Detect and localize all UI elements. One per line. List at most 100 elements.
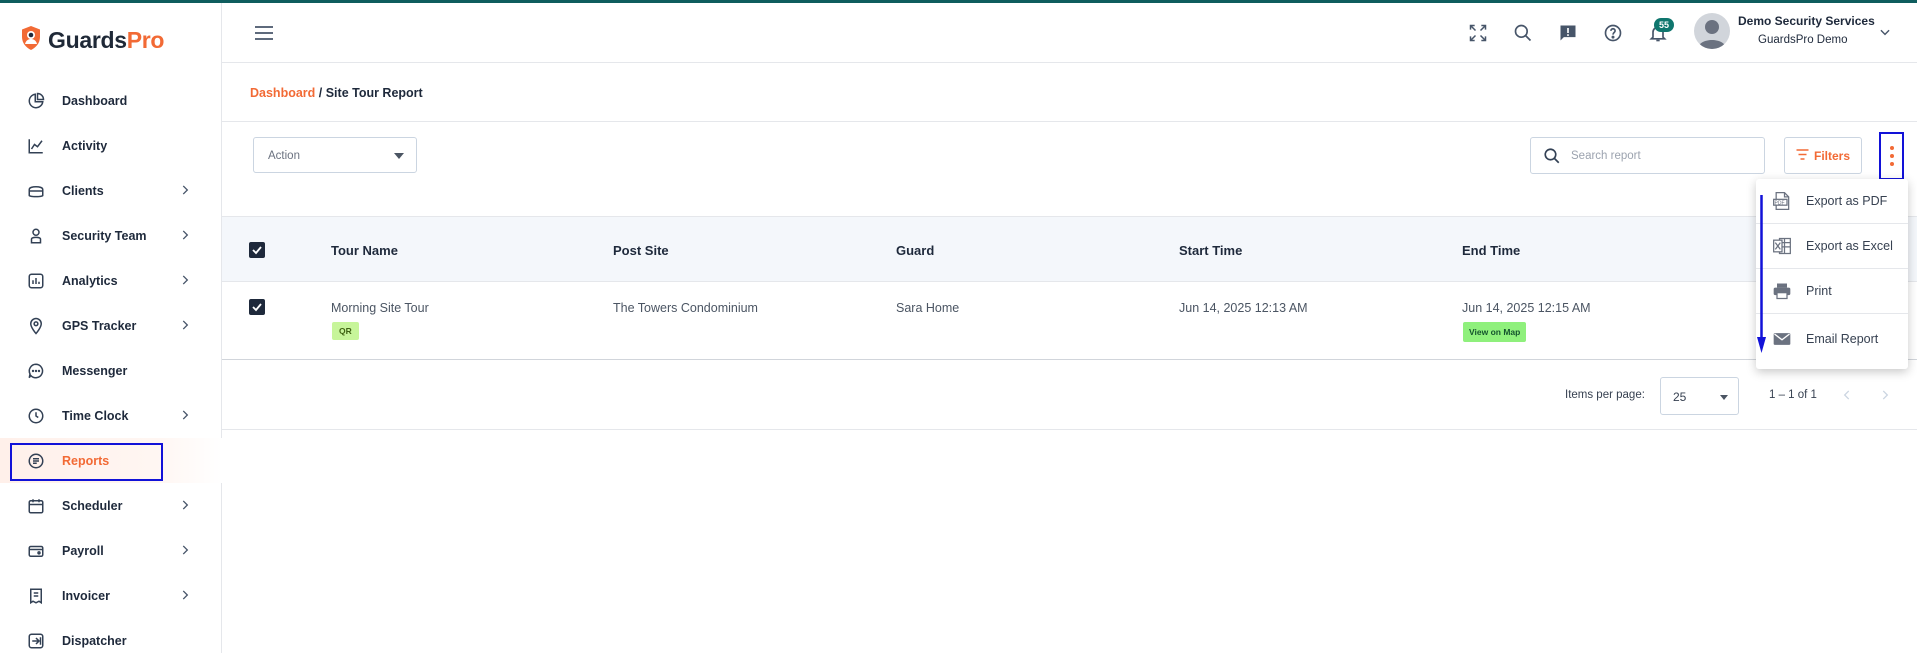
sidebar-item-activity[interactable]: Activity xyxy=(0,123,222,168)
notification-badge: 55 xyxy=(1654,18,1674,32)
sidebar-item-label: Security Team xyxy=(62,228,147,243)
svg-text:PDF: PDF xyxy=(1775,200,1785,206)
breadcrumb-separator: / xyxy=(315,86,326,100)
pagination-range: 1 – 1 of 1 xyxy=(1769,389,1817,401)
dashboard-icon xyxy=(26,91,46,111)
clients-icon xyxy=(26,181,46,201)
menu-item-export-excel[interactable]: Export as Excel xyxy=(1756,224,1908,269)
sidebar-item-label: Clients xyxy=(62,183,104,198)
search-icon[interactable] xyxy=(1511,21,1535,45)
cell-end-time: Jun 14, 2025 12:15 AM xyxy=(1462,301,1591,315)
column-header-end-time[interactable]: End Time xyxy=(1462,243,1520,258)
table-header: Tour Name Post Site Guard Start Time End… xyxy=(222,216,1917,282)
next-page-icon[interactable] xyxy=(1878,388,1892,402)
breadcrumb: Dashboard / Site Tour Report xyxy=(250,86,423,100)
more-options-button[interactable] xyxy=(1879,132,1904,180)
sidebar-item-gps-tracker[interactable]: GPS Tracker xyxy=(0,303,222,348)
view-on-map-button[interactable]: View on Map xyxy=(1463,322,1527,342)
excel-icon xyxy=(1772,236,1792,256)
pdf-icon: PDF xyxy=(1772,191,1792,211)
invoicer-icon xyxy=(26,586,46,606)
row-checkbox[interactable] xyxy=(249,299,265,315)
kebab-dot xyxy=(1889,154,1894,158)
sidebar-item-label: Scheduler xyxy=(62,498,123,513)
help-icon[interactable] xyxy=(1601,21,1625,45)
chevron-right-icon xyxy=(178,588,192,602)
logo-text: GuardsPro xyxy=(48,27,165,53)
action-dropdown[interactable]: Action xyxy=(253,137,417,173)
chevron-right-icon xyxy=(178,543,192,557)
menu-item-label: Export as Excel xyxy=(1806,239,1893,253)
sidebar-item-analytics[interactable]: Analytics xyxy=(0,258,222,303)
sidebar-nav: Dashboard Activity Clients Security Team… xyxy=(0,78,222,663)
cell-tour-name: Morning Site Tour xyxy=(331,301,429,315)
messenger-icon xyxy=(26,361,46,381)
hamburger-menu-icon[interactable] xyxy=(254,25,274,46)
caret-down-icon xyxy=(394,153,404,159)
sidebar-item-label: Invoicer xyxy=(62,588,110,603)
scheduler-icon xyxy=(26,496,46,516)
qr-tag: QR xyxy=(332,322,359,340)
items-per-page-label: Items per page: xyxy=(1565,389,1645,401)
search-input[interactable] xyxy=(1571,146,1751,166)
filters-button[interactable]: Filters xyxy=(1784,137,1862,174)
sidebar-item-label: Dashboard xyxy=(62,93,128,108)
sidebar-item-payroll[interactable]: Payroll xyxy=(0,528,222,573)
chevron-right-icon xyxy=(178,318,192,332)
items-per-page-select[interactable]: 25 xyxy=(1660,377,1739,415)
logo[interactable]: GuardsPro xyxy=(20,25,164,56)
breadcrumb-home-link[interactable]: Dashboard xyxy=(250,86,315,100)
shield-logo-icon xyxy=(20,25,42,56)
chevron-right-icon xyxy=(178,273,192,287)
gps-tracker-icon xyxy=(26,316,46,336)
sidebar-item-clients[interactable]: Clients xyxy=(0,168,222,213)
menu-item-email-report[interactable]: Email Report xyxy=(1756,316,1908,361)
column-header-post-site[interactable]: Post Site xyxy=(613,243,669,258)
annotation-highlight-reports xyxy=(10,443,163,481)
sidebar-item-label: Activity xyxy=(62,138,108,153)
payroll-icon xyxy=(26,541,46,561)
sidebar-item-time-clock[interactable]: Time Clock xyxy=(0,393,222,438)
column-header-start-time[interactable]: Start Time xyxy=(1179,243,1242,258)
sidebar-item-label: Time Clock xyxy=(62,408,129,423)
table-row: Morning Site Tour QR The Towers Condomin… xyxy=(222,282,1917,360)
chevron-down-icon[interactable] xyxy=(1878,25,1892,44)
annotation-arrow xyxy=(1757,195,1767,360)
search-box xyxy=(1530,137,1765,174)
chevron-right-icon xyxy=(178,228,192,242)
sidebar-item-security-team[interactable]: Security Team xyxy=(0,213,222,258)
dispatcher-icon xyxy=(26,631,46,651)
sidebar-item-dispatcher[interactable]: Dispatcher xyxy=(0,618,222,663)
avatar[interactable] xyxy=(1694,13,1730,49)
column-header-guard[interactable]: Guard xyxy=(896,243,934,258)
chevron-right-icon xyxy=(178,408,192,422)
action-dropdown-label: Action xyxy=(268,150,300,162)
sidebar: GuardsPro Dashboard Activity Clients Sec… xyxy=(0,3,222,653)
sidebar-item-scheduler[interactable]: Scheduler xyxy=(0,483,222,528)
sidebar-item-label: GPS Tracker xyxy=(62,318,137,333)
divider xyxy=(222,121,1917,122)
user-name[interactable]: Demo Security Services xyxy=(1738,14,1875,28)
caret-down-icon xyxy=(1720,395,1728,400)
search-icon xyxy=(1543,147,1561,170)
activity-icon xyxy=(26,136,46,156)
items-per-page-value: 25 xyxy=(1673,390,1687,404)
select-all-checkbox[interactable] xyxy=(249,242,265,258)
email-icon xyxy=(1772,329,1792,349)
sidebar-item-label: Analytics xyxy=(62,273,118,288)
filters-label: Filters xyxy=(1813,148,1850,163)
chevron-right-icon xyxy=(178,183,192,197)
page-title: Site Tour Report xyxy=(325,86,423,100)
previous-page-icon[interactable] xyxy=(1840,388,1854,402)
cell-guard: Sara Home xyxy=(896,301,960,315)
menu-item-print[interactable]: Print xyxy=(1756,269,1908,314)
fullscreen-icon[interactable] xyxy=(1466,21,1490,45)
feedback-icon[interactable] xyxy=(1556,21,1580,45)
sidebar-item-messenger[interactable]: Messenger xyxy=(0,348,222,393)
menu-item-export-pdf[interactable]: PDF Export as PDF xyxy=(1756,179,1908,224)
time-clock-icon xyxy=(26,406,46,426)
sidebar-item-invoicer[interactable]: Invoicer xyxy=(0,573,222,618)
column-header-tour-name[interactable]: Tour Name xyxy=(331,243,398,258)
security-team-icon xyxy=(26,226,46,246)
sidebar-item-dashboard[interactable]: Dashboard xyxy=(0,78,222,123)
